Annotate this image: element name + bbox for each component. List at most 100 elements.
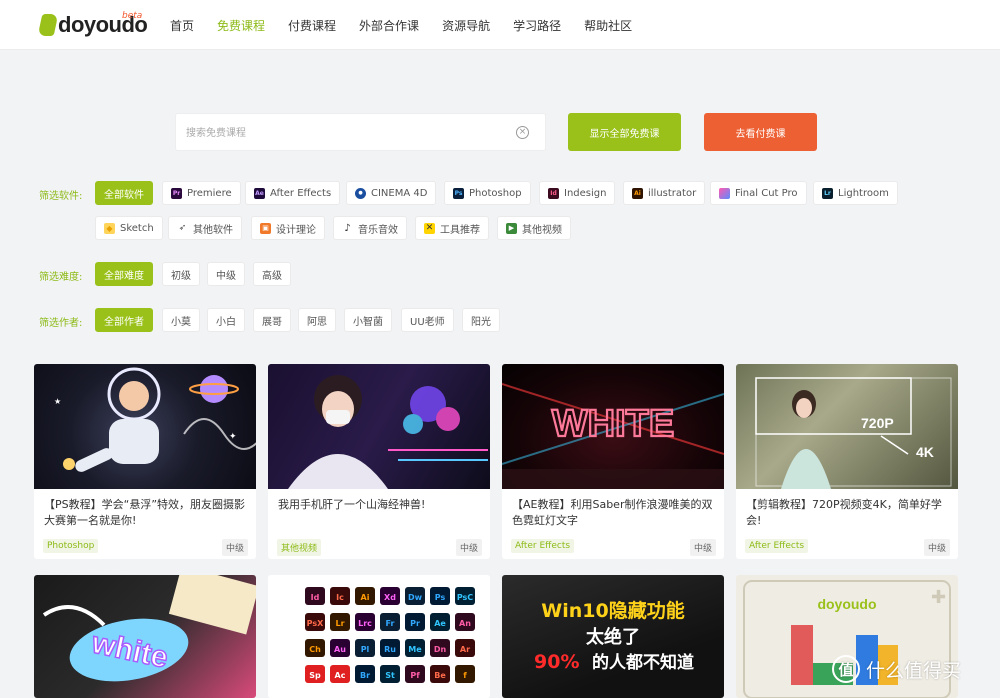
search-input[interactable] <box>186 124 506 142</box>
svg-text:Au: Au <box>334 645 346 654</box>
course-card[interactable]: Win10隐藏功能 太绝了 90% 的人都不知道 <box>502 575 724 698</box>
svg-text:Ac: Ac <box>335 671 346 680</box>
chip-author-asi[interactable]: 阿思 <box>298 308 336 332</box>
chip-author-uu[interactable]: UU老师 <box>401 308 454 332</box>
chip-author-xiaobai[interactable]: 小白 <box>207 308 245 332</box>
chip-all-software[interactable]: 全部软件 <box>95 181 153 205</box>
svg-text:Ar: Ar <box>460 645 470 654</box>
chip-label: 初级 <box>171 270 191 282</box>
chip-design-theory[interactable]: ▣ 设计理论 <box>251 216 325 240</box>
course-level-badge: 中级 <box>221 539 248 556</box>
chip-label: 其他软件 <box>193 224 233 236</box>
svg-text:Fr: Fr <box>386 619 395 628</box>
chip-advanced[interactable]: 高级 <box>253 262 291 286</box>
chip-intermediate[interactable]: 中级 <box>207 262 245 286</box>
nav-free-courses[interactable]: 免费课程 <box>217 17 265 34</box>
clear-search-icon[interactable]: × <box>516 126 529 139</box>
doyoudo-logo[interactable]: doyoudo beta <box>37 10 148 40</box>
course-thumbnail: white <box>34 575 256 698</box>
course-card[interactable]: 我用手机肝了一个山海经神兽! 其他视频 中级 <box>268 364 490 559</box>
chip-final-cut-pro[interactable]: Final Cut Pro <box>710 181 807 205</box>
svg-text:Lrc: Lrc <box>358 619 372 628</box>
nav-resources[interactable]: 资源导航 <box>442 17 490 34</box>
chip-author-yangguang[interactable]: 阳光 <box>462 308 500 332</box>
chip-premiere[interactable]: Pr Premiere <box>162 181 241 205</box>
course-level-badge: 中级 <box>455 539 482 556</box>
adobe-app-icon: Dw <box>405 587 425 605</box>
nav-paid-courses[interactable]: 付费课程 <box>288 17 336 34</box>
chip-photoshop[interactable]: Ps Photoshop <box>444 181 531 205</box>
course-card[interactable]: Id Ic Ai Xd Dw Ps PsC PsX Lr Lrc Fr Pr Ae An Ch Au Pl Ru M… <box>268 575 490 698</box>
adobe-app-icon: Ac <box>330 665 350 683</box>
svg-text:Dn: Dn <box>434 645 447 654</box>
course-card[interactable]: ✦ ★ 【PS教程】学会“悬浮”特效，朋友圈摄影大赛第一名就是你! Photos… <box>34 364 256 559</box>
course-software-tag[interactable]: 其他视频 <box>277 539 322 556</box>
sketch-icon: ◆ <box>104 222 115 234</box>
svg-text:Pr: Pr <box>410 619 420 628</box>
chip-music-sound[interactable]: ♪ 音乐音效 <box>333 216 407 240</box>
after-effects-icon: Ae <box>254 187 265 199</box>
nav-learning-path[interactable]: 学习路径 <box>513 17 561 34</box>
course-card[interactable]: white <box>34 575 256 698</box>
chip-indesign[interactable]: Id Indesign <box>539 181 616 205</box>
nav-community[interactable]: 帮助社区 <box>584 17 632 34</box>
chip-sketch[interactable]: ◆ Sketch <box>95 216 163 240</box>
course-title: 我用手机肝了一个山海经神兽! <box>278 498 426 511</box>
chip-label: 小白 <box>216 316 236 328</box>
adobe-app-icon: Ic <box>330 587 350 605</box>
svg-text:Xd: Xd <box>384 593 396 602</box>
chip-after-effects[interactable]: Ae After Effects <box>245 181 341 205</box>
chip-beginner[interactable]: 初级 <box>162 262 200 286</box>
course-software-tag[interactable]: Photoshop <box>43 539 99 553</box>
svg-text:f: f <box>463 671 467 680</box>
chip-all-authors[interactable]: 全部作者 <box>95 308 153 332</box>
adobe-app-icon: PsC <box>455 587 475 605</box>
chip-lightroom[interactable]: Lr Lightroom <box>813 181 898 205</box>
adobe-app-icon: Pr <box>405 613 425 631</box>
course-thumbnail: Id Ic Ai Xd Dw Ps PsC PsX Lr Lrc Fr Pr Ae An Ch Au Pl Ru M… <box>268 575 490 698</box>
label-4k: 4K <box>916 444 934 460</box>
chip-label: 阳光 <box>471 316 491 328</box>
author-filter-label: 筛选作者: <box>39 318 83 329</box>
adobe-app-icon: PsX <box>305 613 325 631</box>
svg-text:Lr: Lr <box>335 619 344 628</box>
chip-other-software[interactable]: ➶ 其他软件 <box>168 216 242 240</box>
svg-text:Ic: Ic <box>336 593 344 602</box>
svg-text:PsX: PsX <box>307 619 324 628</box>
chip-label: 工具推荐 <box>440 224 480 236</box>
chip-tools[interactable]: ✕ 工具推荐 <box>415 216 489 240</box>
nav-home[interactable]: 首页 <box>170 17 194 34</box>
chip-author-xiaomo[interactable]: 小莫 <box>162 308 200 332</box>
win10-title: Win10隐藏功能 <box>541 599 684 622</box>
svg-text:St: St <box>385 671 395 680</box>
chip-author-zhangge[interactable]: 展哥 <box>253 308 291 332</box>
course-title: 【PS教程】学会“悬浮”特效，朋友圈摄影大赛第一名就是你! <box>44 498 246 527</box>
adobe-app-icon: Br <box>355 665 375 683</box>
show-all-free-button[interactable]: 显示全部免费课 <box>568 113 681 151</box>
svg-text:Ch: Ch <box>309 645 321 654</box>
chip-label: 中级 <box>216 270 236 282</box>
adobe-app-icon: Fr <box>380 613 400 631</box>
course-level-badge: 中级 <box>923 539 950 556</box>
course-software-tag[interactable]: After Effects <box>511 539 575 553</box>
course-title: 【AE教程】利用Saber制作浪漫唯美的双色霓虹灯文字 <box>512 498 713 527</box>
svg-text:Sp: Sp <box>309 671 321 680</box>
course-card[interactable]: 720P 4K 【剪辑教程】720P视频变4K，简单好学会! After Eff… <box>736 364 958 559</box>
go-paid-button[interactable]: 去看付费课 <box>704 113 817 151</box>
chip-illustrator[interactable]: Ai illustrator <box>623 181 706 205</box>
nav-external-courses[interactable]: 外部合作课 <box>359 17 419 34</box>
chip-all-difficulty[interactable]: 全部难度 <box>95 262 153 286</box>
course-software-tag[interactable]: After Effects <box>745 539 809 553</box>
chip-cinema4d[interactable]: ● CINEMA 4D <box>346 181 437 205</box>
chip-label: 小莫 <box>171 316 191 328</box>
course-card[interactable]: WHITE 【AE教程】利用Saber制作浪漫唯美的双色霓虹灯文字 After … <box>502 364 724 559</box>
chip-other-videos[interactable]: ▶ 其他视频 <box>497 216 571 240</box>
svg-text:Be: Be <box>434 671 446 680</box>
rocket-icon: ➶ <box>177 222 188 234</box>
chip-author-xiaozhijun[interactable]: 小智菌 <box>344 308 392 332</box>
chip-label: 展哥 <box>262 316 282 328</box>
difficulty-filter-label: 筛选难度: <box>39 272 83 283</box>
chip-label: Lightroom <box>838 187 889 199</box>
photoshop-icon: Ps <box>453 187 464 199</box>
adobe-app-icon: Ae <box>430 613 450 631</box>
